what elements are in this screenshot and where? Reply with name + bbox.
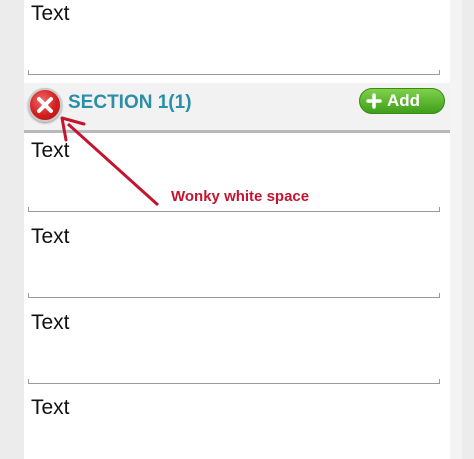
annotation-arrow [60,116,160,207]
annotation-label: Wonky white space [171,188,310,205]
screenshot-page: Text SECTION 1(1) Add Text Text Text Tex… [0,0,474,459]
